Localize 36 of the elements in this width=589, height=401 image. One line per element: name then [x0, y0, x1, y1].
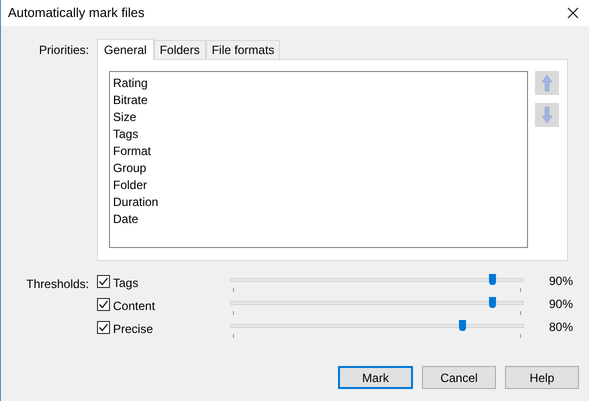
slider-value: 90%	[549, 297, 574, 313]
slider-thumb[interactable]	[488, 274, 496, 285]
slider-value: 90%	[549, 274, 574, 290]
slider-track[interactable]	[230, 297, 524, 317]
tab[interactable]: Folders	[154, 40, 206, 59]
slider-thumb[interactable]	[488, 297, 496, 308]
window-title: Automatically mark files	[8, 4, 145, 22]
checkbox[interactable]	[97, 275, 110, 288]
list-item[interactable]: Date	[113, 211, 527, 228]
down-arrow-icon	[541, 106, 553, 124]
slider-track[interactable]	[230, 320, 524, 340]
list-item[interactable]: Size	[113, 109, 527, 126]
checkbox[interactable]	[97, 321, 110, 334]
dialog-button[interactable]: Cancel	[422, 366, 496, 389]
list-item[interactable]: Group	[113, 160, 527, 177]
checkbox-label: Precise	[113, 321, 154, 338]
list-item[interactable]: Duration	[113, 194, 527, 211]
list-item[interactable]: Rating	[113, 75, 527, 92]
close-button[interactable]	[565, 5, 581, 21]
slider-track[interactable]	[230, 274, 524, 294]
list-item[interactable]: Bitrate	[113, 92, 527, 109]
slider-value: 80%	[549, 320, 574, 336]
up-arrow-icon	[541, 74, 553, 92]
list-item[interactable]: Format	[113, 143, 527, 160]
checkbox[interactable]	[97, 298, 110, 311]
tab[interactable]: General	[97, 39, 154, 60]
list-item[interactable]: Tags	[113, 126, 527, 143]
checkbox-label: Tags	[113, 275, 138, 292]
tab[interactable]: File formats	[206, 40, 280, 59]
thresholds-label: Thresholds:	[26, 276, 89, 293]
checkbox-label: Content	[113, 298, 156, 315]
slider-thumb[interactable]	[459, 320, 466, 331]
priorities-label: Priorities:	[38, 42, 89, 59]
dialog-button[interactable]: Help	[505, 366, 579, 389]
list-item[interactable]: Folder	[113, 177, 527, 194]
dialog-button[interactable]: Mark	[338, 366, 413, 389]
